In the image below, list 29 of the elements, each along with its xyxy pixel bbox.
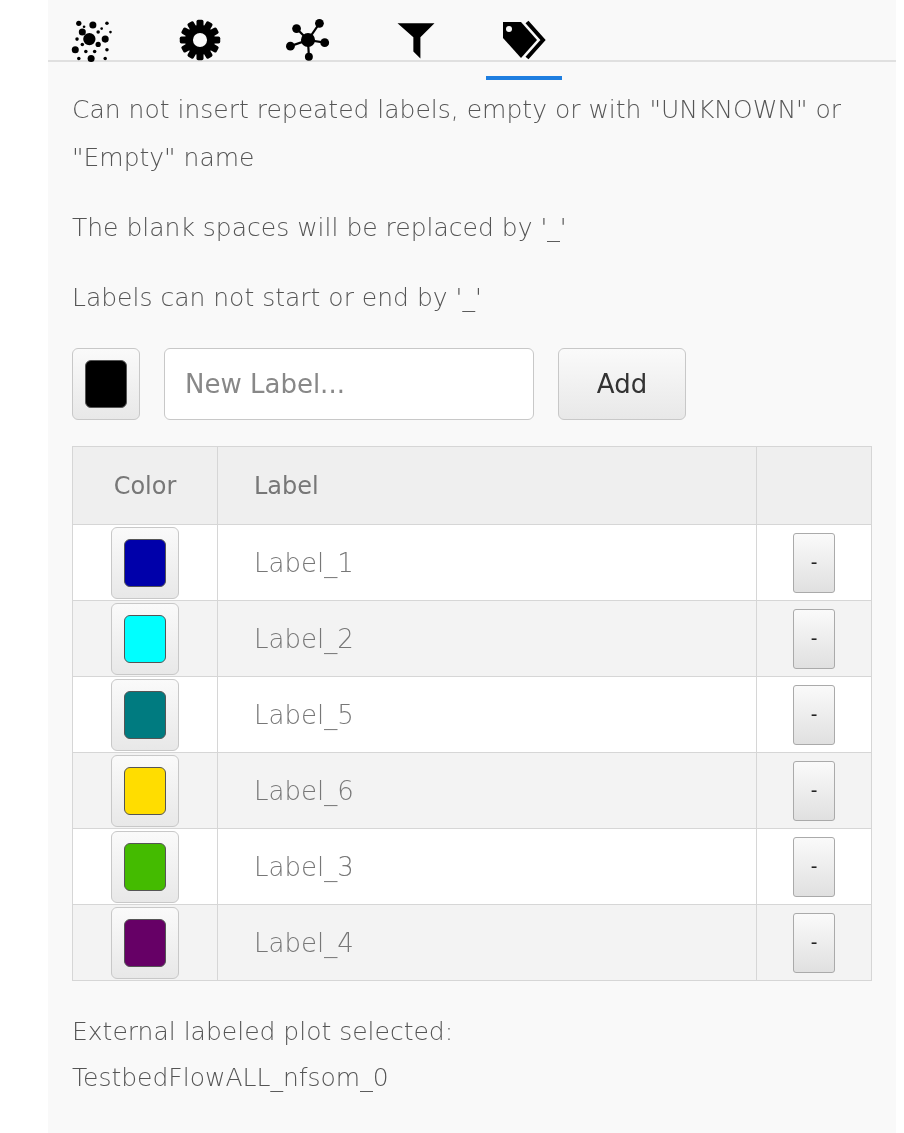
info-text: The blank spaces will be replaced by '_' bbox=[72, 212, 568, 244]
tab[interactable] bbox=[486, 18, 562, 80]
color-picker-button[interactable] bbox=[111, 754, 179, 827]
table-cell: Label_3 bbox=[217, 828, 757, 905]
table-cell: Label_5 bbox=[217, 676, 757, 753]
remove-button[interactable]: - bbox=[793, 608, 835, 669]
status-text: TestbedFlowALL_nfsom_0 bbox=[72, 1062, 390, 1094]
color-picker-button[interactable] bbox=[111, 602, 179, 675]
color-picker-button[interactable] bbox=[111, 678, 179, 751]
column-header: Color bbox=[72, 446, 218, 525]
color-picker-button[interactable] bbox=[111, 526, 179, 599]
table-cell: Label_4 bbox=[217, 904, 757, 981]
info-text: Can not insert repeated labels, empty or with "UNKNOWN" or "Empty" name bbox=[72, 94, 843, 174]
color-picker-button[interactable] bbox=[72, 348, 140, 420]
info-text: Labels can not start or end by '_' bbox=[72, 282, 483, 314]
label-input-field[interactable]: New Label... bbox=[164, 348, 534, 420]
table-cell: Label_2 bbox=[217, 600, 757, 677]
color-picker-button[interactable] bbox=[111, 906, 179, 979]
remove-button[interactable]: - bbox=[793, 532, 835, 593]
add-button[interactable]: Add bbox=[558, 348, 686, 420]
color-picker-button[interactable] bbox=[111, 830, 179, 903]
table-cell: Label_6 bbox=[217, 752, 757, 829]
table-cell: Label_1 bbox=[217, 524, 757, 601]
column-header: Label bbox=[217, 446, 757, 525]
remove-button[interactable]: - bbox=[793, 912, 835, 973]
remove-button[interactable]: - bbox=[793, 836, 835, 897]
remove-button[interactable]: - bbox=[793, 760, 835, 821]
remove-button[interactable]: - bbox=[793, 684, 835, 745]
status-text: External labeled plot selected: bbox=[72, 1016, 455, 1048]
